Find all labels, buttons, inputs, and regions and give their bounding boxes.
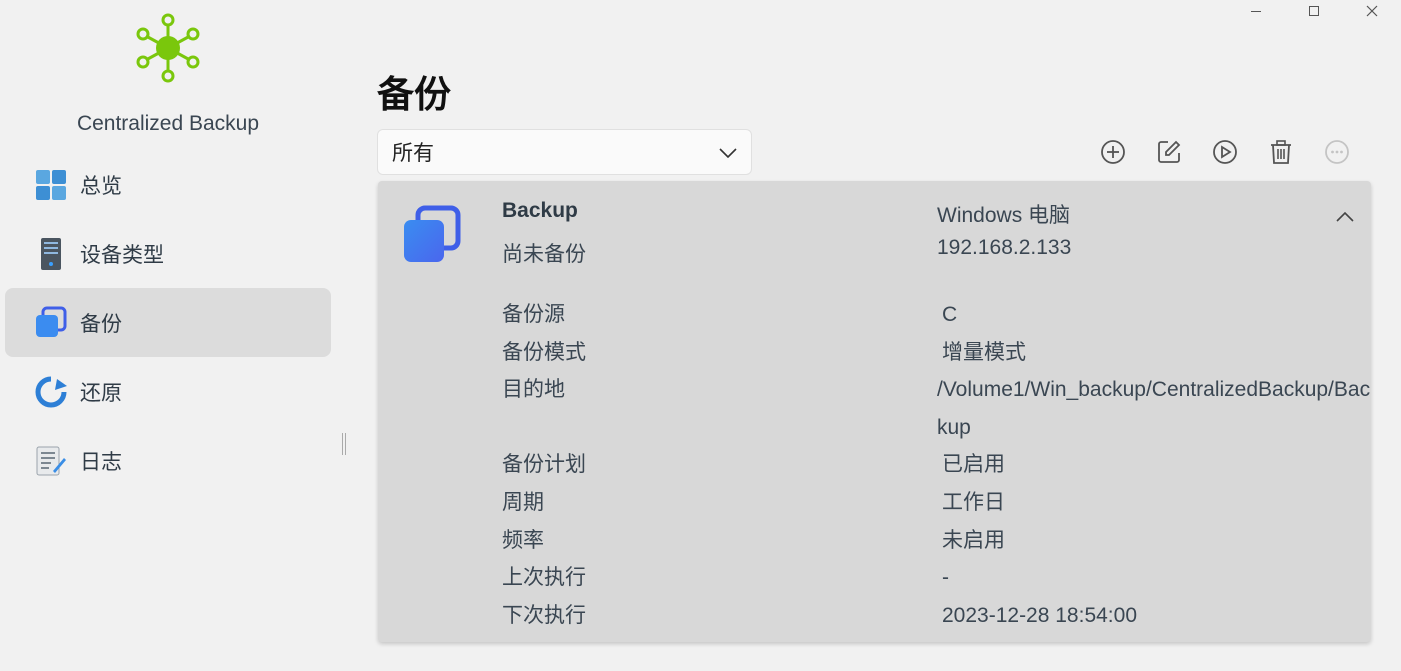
sidebar-item-label: 日志 (80, 450, 122, 474)
detail-row: 备份源 C (502, 296, 1371, 334)
device-ip: 192.168.2.133 (937, 236, 1072, 259)
detail-value: 已启用 (942, 453, 1005, 477)
detail-key: 频率 (502, 528, 544, 552)
sidebar-item-backup[interactable]: 备份 (5, 288, 331, 357)
sidebar-item-log[interactable]: 日志 (5, 426, 331, 495)
detail-row: 周期 工作日 (502, 484, 1371, 522)
filter-selected-value: 所有 (392, 142, 434, 165)
window-controls (1227, 0, 1401, 22)
device-type: Windows 电脑 (937, 204, 1071, 227)
detail-key: 下次执行 (502, 603, 586, 627)
maximize-icon[interactable] (1285, 0, 1343, 22)
edit-icon[interactable] (1149, 134, 1189, 170)
backup-task-card[interactable]: Backup 尚未备份 Windows 电脑 192.168.2.133 备份源… (378, 181, 1371, 642)
backup-icon (34, 306, 68, 340)
detail-row: 频率 未启用 (502, 522, 1371, 560)
sidebar-item-restore[interactable]: 还原 (5, 357, 331, 426)
detail-value: - (942, 566, 949, 590)
play-icon[interactable] (1205, 134, 1245, 170)
restore-icon (34, 375, 68, 409)
detail-key: 上次执行 (502, 566, 586, 590)
detail-row: 上次执行 - (502, 559, 1371, 597)
close-icon[interactable] (1343, 0, 1401, 22)
detail-value: C (942, 303, 958, 326)
task-details: 备份源 C 备份模式 增量模式 目的地 /Volume1/Win_backup/… (502, 296, 1371, 634)
sidebar-item-label: 备份 (80, 312, 122, 336)
detail-value: /Volume1/Win_backup/CentralizedBackup/Ba… (937, 378, 1371, 439)
detail-row: 备份模式 增量模式 (502, 334, 1371, 372)
sidebar-nav: 总览 设备类型 备份 还原 日志 (5, 150, 331, 495)
detail-value: 增量模式 (942, 340, 1026, 364)
detail-value: 工作日 (942, 490, 1005, 514)
detail-key: 周期 (502, 490, 544, 514)
sidebar-item-label: 还原 (80, 381, 122, 405)
sidebar-item-overview[interactable]: 总览 (5, 150, 331, 219)
server-icon (34, 237, 68, 271)
detail-value: 2023-12-28 18:54:00 (942, 603, 1137, 627)
app-logo-icon (133, 12, 203, 84)
filter-dropdown[interactable]: 所有 (377, 129, 752, 175)
detail-value: 未启用 (942, 528, 1005, 552)
chevron-down-icon (719, 140, 737, 164)
detail-row: 备份计划 已启用 (502, 446, 1371, 484)
log-icon (34, 444, 68, 478)
detail-key: 备份计划 (502, 453, 586, 477)
detail-row: 目的地 /Volume1/Win_backup/CentralizedBacku… (502, 371, 1371, 446)
dashboard-icon (34, 168, 68, 202)
detail-key: 目的地 (502, 378, 565, 402)
page-title: 备份 (377, 74, 451, 115)
detail-row: 下次执行 2023-12-28 18:54:00 (502, 597, 1371, 635)
sidebar-resize-handle[interactable] (342, 433, 346, 455)
sidebar: Centralized Backup 总览 设备类型 备份 还原 日志 (0, 0, 340, 671)
minimize-icon[interactable] (1227, 0, 1285, 22)
backup-icon (402, 205, 462, 265)
sidebar-item-label: 设备类型 (80, 243, 164, 267)
sidebar-item-label: 总览 (80, 174, 122, 198)
toolbar (1093, 134, 1357, 170)
app-window: Centralized Backup 总览 设备类型 备份 还原 日志 备份 所… (0, 0, 1401, 671)
detail-key: 备份源 (502, 303, 565, 326)
task-name: Backup (502, 199, 578, 222)
sidebar-item-device-types[interactable]: 设备类型 (5, 219, 331, 288)
chevron-up-icon[interactable] (1333, 205, 1357, 229)
more-icon[interactable] (1317, 134, 1357, 170)
add-icon[interactable] (1093, 134, 1133, 170)
delete-icon[interactable] (1261, 134, 1301, 170)
detail-key: 备份模式 (502, 340, 586, 364)
task-status: 尚未备份 (502, 243, 586, 266)
app-name: Centralized Backup (76, 112, 260, 135)
